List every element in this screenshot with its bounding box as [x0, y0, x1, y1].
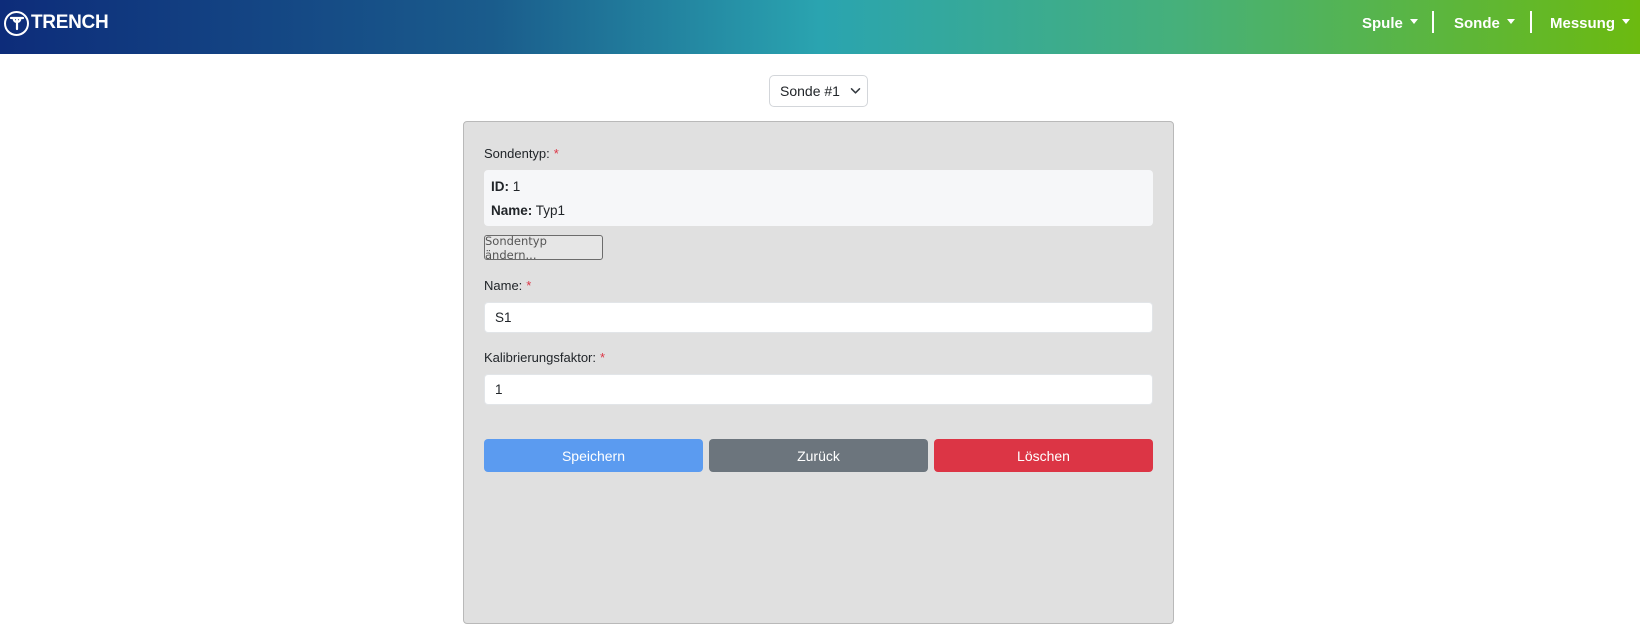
nav-divider — [1530, 11, 1532, 33]
nav-divider — [1432, 11, 1434, 33]
brand-name: TRENCH — [31, 12, 109, 33]
calibration-factor-input[interactable]: 1 — [484, 374, 1153, 405]
probe-type-label: Sondentyp: * — [484, 146, 559, 161]
top-navbar: TRENCH Spule Sonde Messung — [0, 0, 1640, 54]
caret-down-icon — [1622, 19, 1631, 24]
back-button[interactable]: Zurück — [709, 439, 928, 472]
probe-type-name-line: Name: Typ1 — [491, 203, 565, 218]
caret-down-icon — [1506, 19, 1515, 24]
nav-label-sonde: Sonde — [1454, 14, 1500, 32]
save-button[interactable]: Speichern — [484, 439, 703, 472]
name-label: Name: * — [484, 278, 531, 293]
chevron-down-icon — [850, 87, 861, 95]
probe-type-name-value: Typ1 — [535, 203, 566, 218]
probe-select-value: Sonde #1 — [780, 83, 840, 99]
nav-label-spule: Spule — [1362, 14, 1403, 32]
nav-dropdown-spule[interactable]: Spule — [1362, 12, 1418, 34]
change-probe-type-button[interactable]: Sondentyp ändern... — [484, 234, 603, 262]
probe-type-id-key: ID: — [491, 179, 509, 194]
nav-dropdown-messung[interactable]: Messung — [1550, 12, 1631, 34]
required-mark: * — [526, 278, 532, 293]
name-label-text: Name: — [484, 278, 523, 293]
probe-type-id-line: ID: 1 — [491, 179, 520, 194]
probe-type-label-text: Sondentyp: — [484, 146, 550, 161]
caret-down-icon — [1409, 19, 1418, 24]
probe-select[interactable]: Sonde #1 — [769, 75, 868, 107]
calibration-factor-label-text: Kalibrierungsfaktor: — [484, 350, 596, 365]
calibration-factor-label: Kalibrierungsfaktor: * — [484, 350, 605, 365]
brand-link[interactable]: TRENCH — [4, 10, 109, 36]
nav-dropdown-sonde[interactable]: Sonde — [1454, 12, 1515, 34]
nav-label-messung: Messung — [1550, 14, 1616, 32]
probe-type-name-key: Name: — [491, 203, 533, 218]
trench-logo-icon — [4, 10, 29, 36]
name-input[interactable]: S1 — [484, 302, 1153, 333]
required-mark: * — [553, 146, 559, 161]
probe-form-panel: Sondentyp: * ID: 1 Name: Typ1 Sondentyp ä… — [463, 121, 1174, 624]
probe-type-id-value: 1 — [512, 179, 521, 194]
delete-button[interactable]: Löschen — [934, 439, 1153, 472]
required-mark: * — [600, 350, 606, 365]
probe-type-info: ID: 1 Name: Typ1 — [484, 170, 1153, 226]
